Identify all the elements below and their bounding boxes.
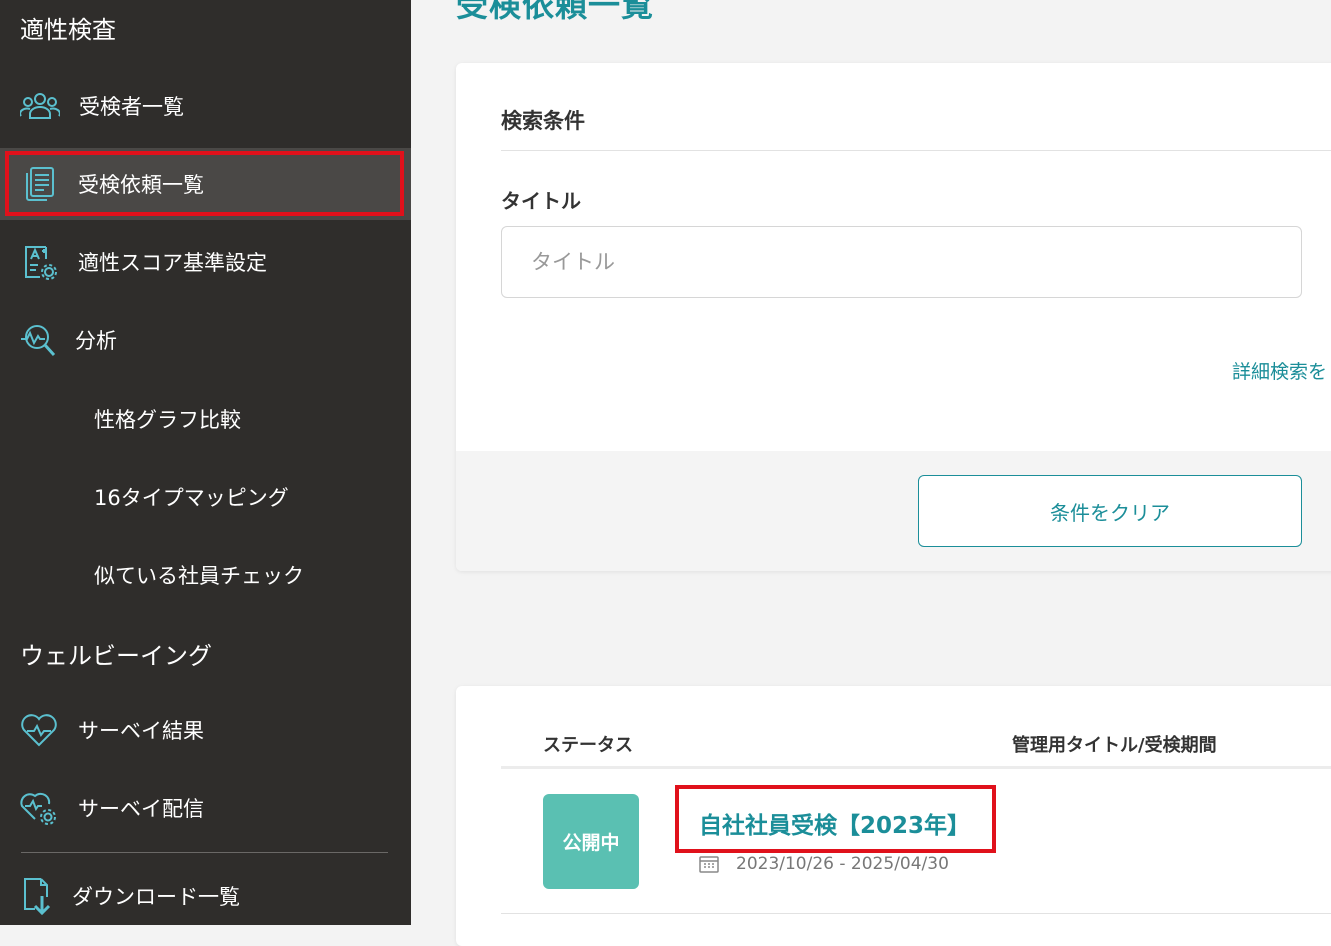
exam-period: 2023/10/26 - 2025/04/30 [699,854,949,874]
advanced-search-link[interactable]: 詳細検索を [1232,357,1327,384]
sidebar-item-label: 適性スコア基準設定 [78,251,267,275]
results-card: ステータス 管理用タイトル/受検期間 公開中 自社社員受検【2023年】 202… [456,686,1331,946]
row-divider [501,913,1331,914]
sidebar-subitem-personality-graph[interactable]: 性格グラフ比較 [94,404,241,434]
people-icon [19,85,61,127]
sidebar-section-aptitude: 適性検査 [20,16,116,44]
column-header-title-period: 管理用タイトル/受検期間 [1012,735,1217,756]
sidebar-subitem-similar-employee[interactable]: 似ている社員チェック [94,560,304,590]
sidebar-item-survey-delivery[interactable]: サーベイ配信 [0,772,411,844]
sidebar-section-wellbeing: ウェルビーイング [20,642,212,670]
sidebar: 適性検査 受検者一覧 受検依頼一覧 適性スコア基準設定 分析 性格グラフ比較 1… [0,0,411,925]
title-search-input[interactable] [501,226,1302,298]
sidebar-subitem-16type-mapping[interactable]: 16タイプマッピング [94,482,289,512]
sidebar-item-score-settings[interactable]: 適性スコア基準設定 [0,226,411,298]
search-heading: 検索条件 [501,109,585,133]
sidebar-item-label: ダウンロード一覧 [72,885,240,909]
sidebar-item-exam-requests[interactable]: 受検依頼一覧 [0,148,411,220]
status-badge: 公開中 [543,794,639,889]
analysis-magnifier-icon [17,319,59,361]
sidebar-item-label: 分析 [75,329,117,353]
sidebar-item-examinees[interactable]: 受検者一覧 [0,70,411,142]
sidebar-item-survey-results[interactable]: サーベイ結果 [0,694,411,766]
page-title: 受検依頼一覧 [456,0,655,24]
request-title-link[interactable]: 自社社員受検【2023年】 [699,806,970,840]
download-document-icon [16,875,58,917]
sidebar-item-downloads[interactable]: ダウンロード一覧 [0,860,411,932]
heart-settings-icon [18,787,60,829]
sidebar-item-analysis[interactable]: 分析 [0,304,411,376]
exam-period-text: 2023/10/26 - 2025/04/30 [736,854,949,874]
sidebar-item-label: 受検依頼一覧 [78,173,204,197]
sidebar-item-label: サーベイ結果 [78,719,204,743]
title-field-label: タイトル [501,189,581,213]
heart-pulse-icon [18,709,60,751]
search-conditions-card: 検索条件 タイトル 詳細検索を 条件をクリア [456,63,1331,571]
sidebar-item-label: 受検者一覧 [79,95,184,119]
sidebar-divider [21,852,388,853]
search-divider [501,150,1331,151]
clear-conditions-button[interactable]: 条件をクリア [918,475,1302,547]
header-divider [501,766,1331,769]
column-header-status: ステータス [543,735,633,756]
document-list-icon [19,163,61,205]
score-settings-icon [19,241,61,283]
calendar-icon [699,855,719,873]
sidebar-item-label: サーベイ配信 [78,797,204,821]
